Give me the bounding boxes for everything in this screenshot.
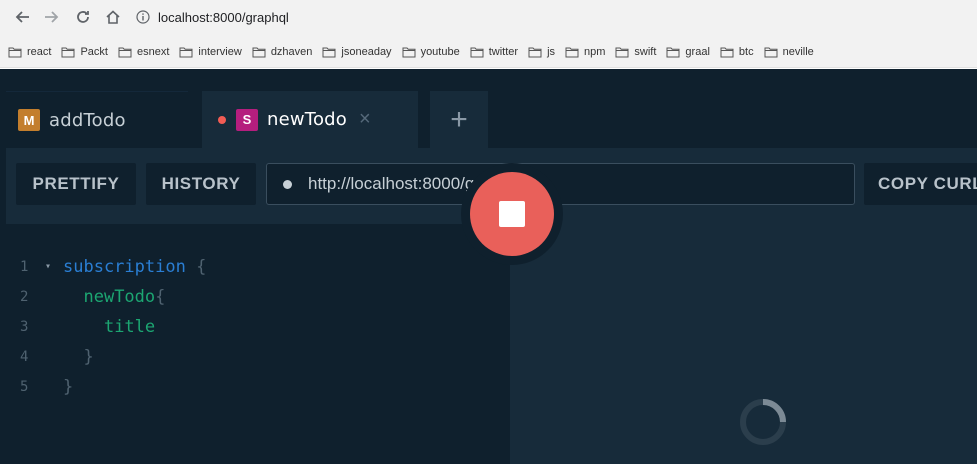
tab-title: addTodo (49, 109, 126, 131)
folder-icon (402, 47, 416, 57)
query-editor[interactable]: 1 ▾ subscription {2 newTodo{3 title 4 } 5} (6, 224, 510, 464)
folder-icon (666, 47, 680, 57)
bookmark-item[interactable]: dzhaven (252, 45, 313, 58)
line-number: 2 (20, 289, 29, 305)
bookmark-label: dzhaven (270, 45, 313, 58)
url-text: localhost:8000/graphql (158, 9, 289, 25)
folder-icon (322, 47, 336, 57)
bookmark-label: youtube (420, 45, 460, 58)
code-punctuation: } (63, 377, 74, 397)
bookmark-label: twitter (488, 45, 519, 58)
bookmark-item[interactable]: youtube (402, 46, 460, 58)
home-icon (106, 10, 120, 24)
connection-status-dot (283, 179, 292, 189)
bookmarks-bar: react Packt esnext interview dzhaven jsoneada… (0, 36, 977, 68)
subscription-badge: S (236, 108, 258, 131)
bookmark-item[interactable]: interview (179, 45, 242, 58)
unsaved-indicator (218, 115, 226, 124)
folder-icon (8, 47, 22, 57)
bookmark-label: Packt (80, 45, 108, 58)
mutation-badge: M (18, 109, 40, 131)
bookmark-label: jsoneaday (341, 45, 392, 58)
code-punctuation: { (185, 257, 207, 277)
folder-icon (720, 47, 734, 57)
bookmark-label: react (27, 45, 52, 58)
arrow-right-icon (45, 11, 59, 23)
code-punctuation: { (155, 287, 166, 307)
bookmark-item[interactable]: react (8, 46, 51, 58)
line-number: 1 (20, 259, 29, 275)
code-text: } (63, 342, 94, 372)
code-field: newTodo (83, 287, 156, 307)
stop-icon (499, 201, 525, 227)
tab-addtodo[interactable]: M addTodo (6, 91, 188, 148)
bookmark-item[interactable]: jsoneaday (322, 45, 392, 58)
folder-icon (252, 47, 266, 57)
run-button-ring (461, 163, 563, 265)
bookmark-item[interactable]: neville (764, 46, 814, 58)
forward-button[interactable] (40, 6, 62, 28)
bookmark-label: js (547, 45, 556, 58)
bookmark-label: graal (685, 45, 710, 58)
folder-icon (118, 47, 132, 57)
bookmark-item[interactable]: npm (565, 46, 605, 58)
bookmark-label: btc (738, 45, 754, 58)
bookmark-item[interactable]: graal (666, 45, 710, 58)
code-punctuation: } (83, 347, 94, 367)
line-number: 3 (20, 319, 29, 335)
browser-toolbar: localhost:8000/graphql (0, 0, 977, 36)
folder-icon (179, 47, 193, 57)
bookmark-label: neville (782, 45, 814, 58)
copy-curl-button[interactable]: COPY CURL (864, 163, 977, 205)
line-number: 5 (20, 379, 29, 395)
back-button[interactable] (12, 6, 34, 28)
bookmark-item[interactable]: twitter (470, 46, 518, 58)
tab-title: newTodo (267, 109, 347, 130)
code-text: title (63, 312, 155, 342)
reload-button[interactable] (72, 6, 94, 28)
plus-icon: + (450, 102, 468, 136)
bookmark-item[interactable]: btc (720, 46, 754, 58)
bookmark-label: npm (584, 45, 606, 58)
info-icon (136, 10, 150, 24)
stop-subscription-button[interactable] (470, 172, 554, 256)
history-button[interactable]: HISTORY (146, 163, 256, 205)
folder-icon (764, 47, 778, 57)
folder-icon (61, 47, 75, 57)
bookmark-item[interactable]: esnext (118, 46, 169, 58)
reload-icon (77, 11, 89, 23)
folder-icon (615, 47, 629, 57)
bookmark-label: esnext (136, 45, 170, 58)
arrow-left-icon (15, 11, 29, 23)
prettify-button[interactable]: PRETTIFY (16, 163, 136, 205)
spinner-icon (740, 399, 786, 445)
bookmark-item[interactable]: Packt (61, 46, 108, 58)
graphql-playground: M addTodo S newTodo × + PRETTIFY HISTORY… (0, 69, 977, 464)
folder-icon (470, 47, 484, 57)
address-bar[interactable]: localhost:8000/graphql (136, 5, 289, 29)
code-text: newTodo{ (63, 282, 165, 312)
code-field: title (103, 317, 156, 337)
code-keyword: subscription (63, 257, 186, 277)
bookmark-item[interactable]: js (528, 46, 555, 58)
folder-icon (528, 47, 542, 57)
code-text: subscription { (63, 252, 206, 282)
code-text: } (63, 372, 73, 402)
fold-arrow-icon[interactable]: ▾ (45, 252, 51, 282)
bookmark-item[interactable]: swift (615, 46, 656, 58)
close-tab-icon[interactable]: × (359, 108, 371, 131)
bookmark-label: interview (198, 45, 242, 58)
home-button[interactable] (102, 6, 124, 28)
line-number: 4 (20, 349, 29, 365)
add-tab-button[interactable]: + (430, 91, 488, 148)
bookmark-label: swift (634, 45, 657, 58)
folder-icon (565, 47, 579, 57)
tab-newtodo[interactable]: S newTodo × (202, 91, 418, 148)
